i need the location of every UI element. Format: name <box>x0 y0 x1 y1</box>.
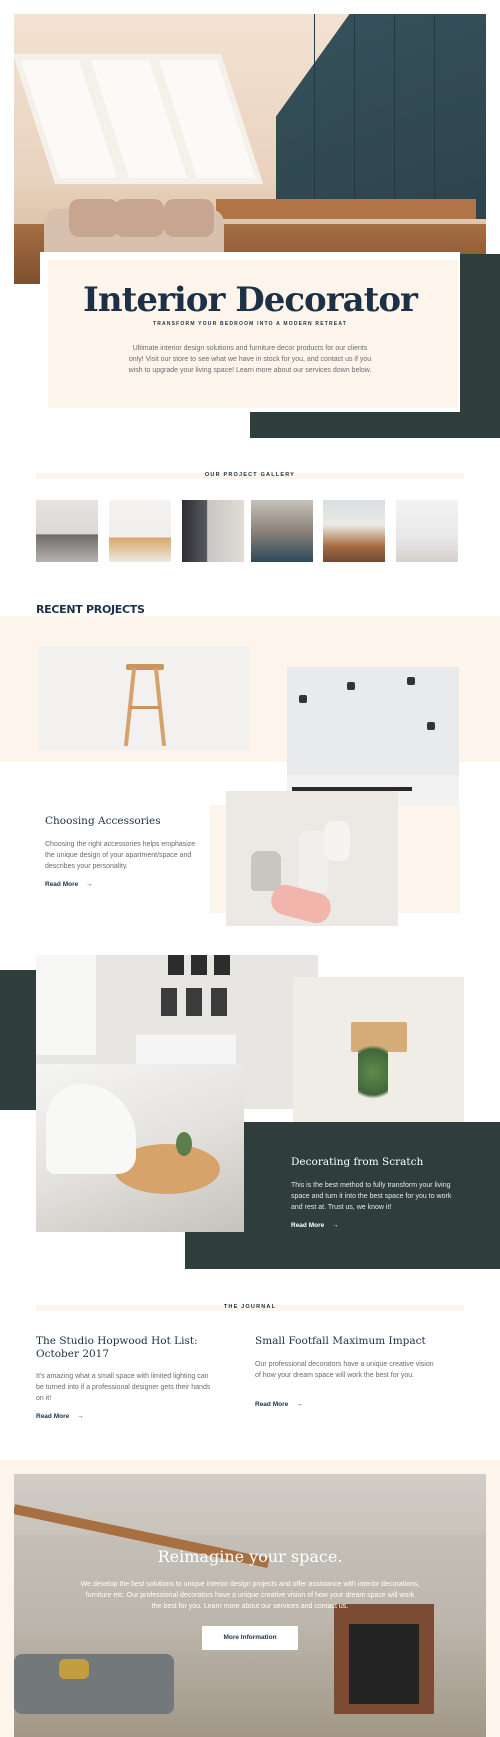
cta-text: We develop the best solutions to unique … <box>80 1581 420 1610</box>
arrow-right-icon: → <box>86 881 93 888</box>
hero-image <box>14 14 486 284</box>
journal-read-more-link[interactable]: Read More → <box>36 1413 84 1420</box>
more-information-button[interactable]: More Information <box>202 1626 298 1650</box>
gallery-thumb-dining[interactable] <box>323 500 385 562</box>
project-title-accessories: Choosing Accessories <box>45 815 161 827</box>
arrow-right-icon: → <box>296 1401 303 1408</box>
project-text-scratch: This is the best method to fully transfo… <box>291 1182 452 1211</box>
read-more-label: Read More <box>45 881 79 888</box>
project-text-accessories: Choosing the right accessories helps emp… <box>45 841 196 870</box>
read-more-scratch-link[interactable]: Read More → <box>291 1222 339 1229</box>
journal-post-text: It's amazing what a small space with lim… <box>36 1373 211 1402</box>
stool-image <box>38 646 250 750</box>
journal-label: THE JOURNAL <box>223 1304 277 1310</box>
journal-read-more-link[interactable]: Read More → <box>255 1401 303 1408</box>
journal-post-title[interactable]: The Studio Hopwood Hot List: October 201… <box>36 1335 206 1361</box>
hero-description: Ultimate interior design solutions and f… <box>128 345 372 374</box>
hero-subtitle: TRANSFORM YOUR BEDROOM INTO A MODERN RET… <box>152 321 348 327</box>
gallery-thumb-chair[interactable] <box>251 500 313 562</box>
gallery-thumb-hallway[interactable] <box>182 500 244 562</box>
read-more-label: Read More <box>255 1401 289 1408</box>
gallery-thumb-wall-art[interactable] <box>396 500 458 562</box>
gallery-label: OUR PROJECT GALLERY <box>204 472 296 478</box>
cta-title: Reimagine your space. <box>157 1547 343 1566</box>
arrow-right-icon: → <box>77 1413 84 1420</box>
journal-post-title[interactable]: Small Footfall Maximum Impact <box>255 1335 455 1347</box>
journal-post-text: Our professional decorators have a uniqu… <box>255 1361 434 1379</box>
read-more-label: Read More <box>36 1413 70 1420</box>
arrow-right-icon: → <box>332 1222 339 1229</box>
recent-projects-heading: RECENT PROJECTS <box>36 603 145 616</box>
read-more-accessories-link[interactable]: Read More → <box>45 881 93 888</box>
wall-plant-image <box>293 977 464 1122</box>
vases-image <box>226 791 398 926</box>
gallery-thumb-living-room[interactable] <box>36 500 98 562</box>
gallery-thumb-stool[interactable] <box>109 500 171 562</box>
dark-accent-left <box>0 970 36 1110</box>
hero-title: Interior Decorator <box>83 280 418 320</box>
dining-wall-image <box>287 667 459 805</box>
coffee-table-image <box>36 1064 244 1232</box>
project-title-scratch: Decorating from Scratch <box>291 1156 424 1168</box>
read-more-label: Read More <box>291 1222 325 1229</box>
